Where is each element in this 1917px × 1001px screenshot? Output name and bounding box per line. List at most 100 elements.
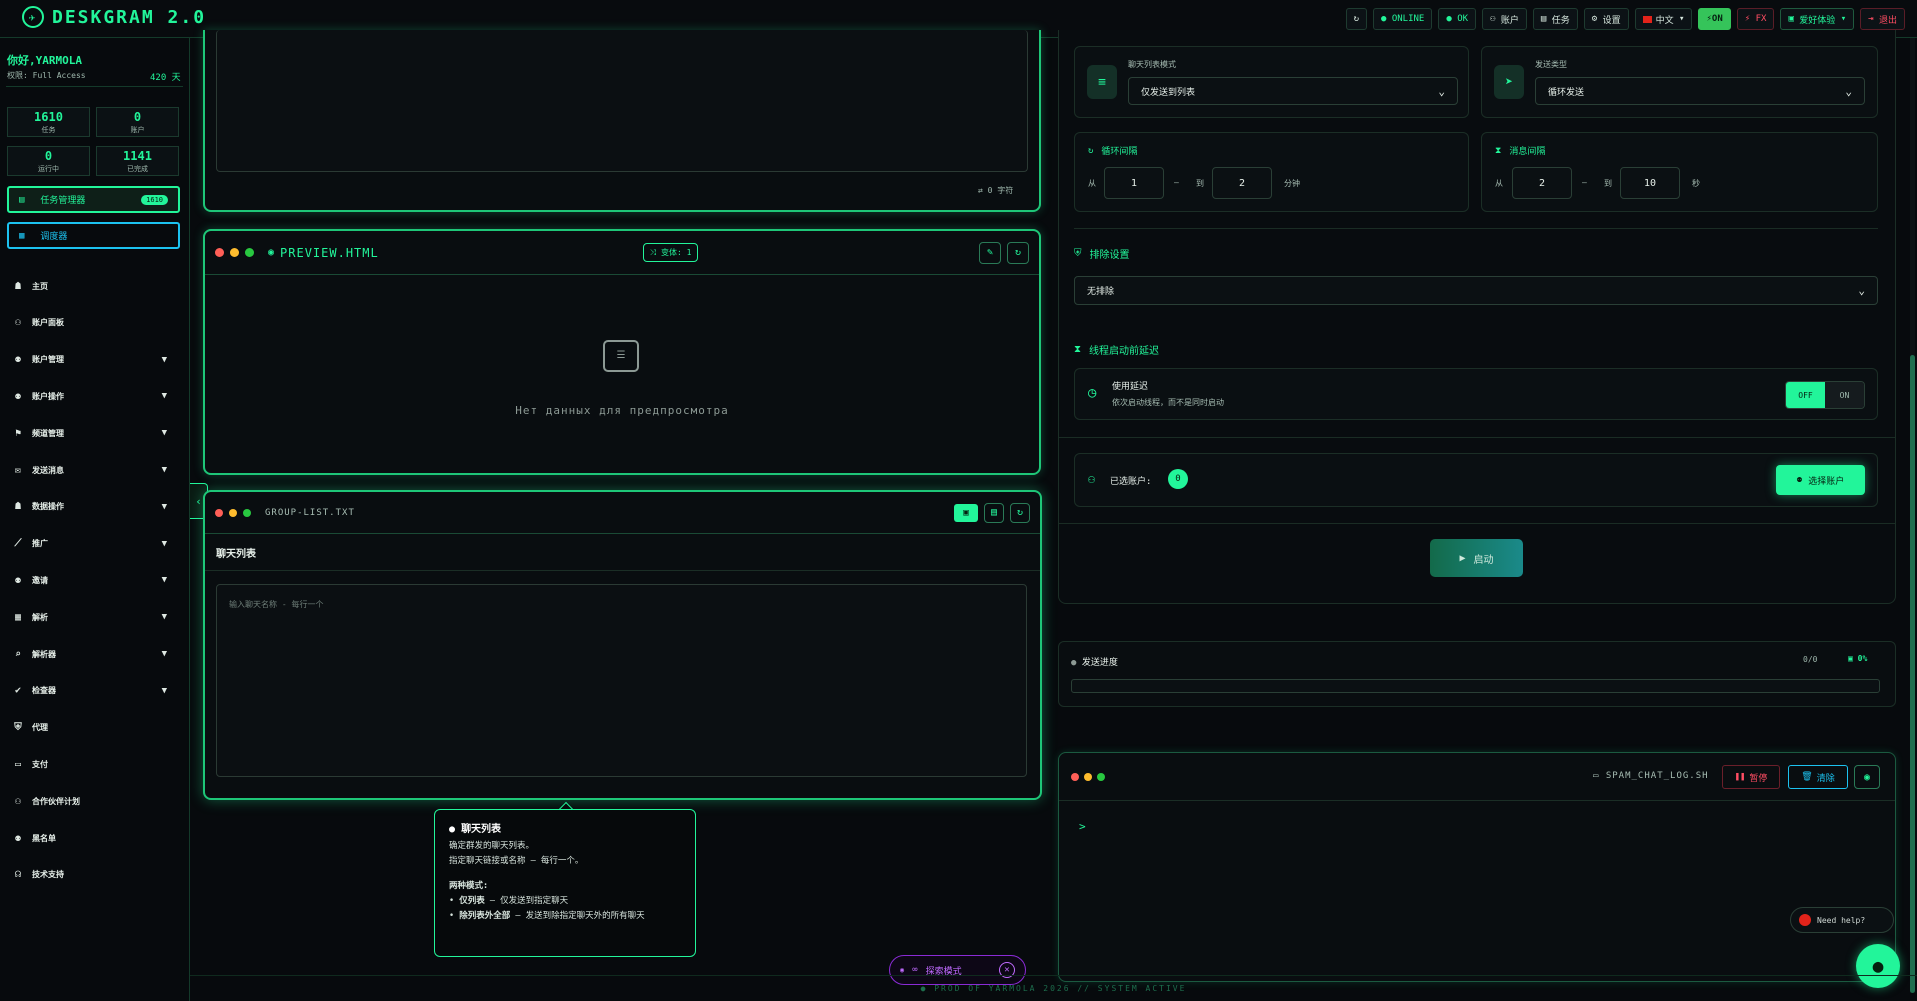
nav-icon: ☊: [14, 869, 22, 881]
pause-button[interactable]: ❚❚ 暂停: [1722, 765, 1780, 789]
log-prompt: >: [1079, 820, 1086, 833]
sidebar-item[interactable]: ⚉ 账户管理 ▼: [12, 351, 167, 369]
progress-panel: [1058, 641, 1896, 707]
chevron-down-icon[interactable]: ▼: [162, 355, 167, 365]
settings-button[interactable]: ⚙ 设置: [1583, 8, 1629, 30]
logout-icon: ⇥: [1868, 14, 1879, 24]
sidebar-item[interactable]: ✔ 检查器 ▼: [12, 682, 167, 700]
clear-button[interactable]: 🗑 清除: [1788, 765, 1848, 789]
sidebar-item[interactable]: ⚉ 黑名单: [12, 829, 167, 847]
group-list-header: GROUP-LIST.TXT ▣ ▤ ↻: [205, 492, 1040, 534]
sidebar-item[interactable]: ⟋ 推广 ▼: [12, 535, 168, 553]
exclude-title: ⛨ 排除设置: [1074, 248, 1130, 261]
refresh-button[interactable]: ↻: [1345, 8, 1367, 30]
sidebar-item[interactable]: ⚇ 合作伙伴计划: [12, 792, 167, 810]
sidebar-item[interactable]: ⚉ 邀请 ▼: [12, 571, 167, 589]
scrollbar-thumb[interactable]: [1910, 355, 1915, 993]
refresh-preview-button[interactable]: ↻: [1007, 241, 1029, 264]
message-textarea[interactable]: [216, 30, 1028, 172]
reload-button[interactable]: ↻: [1010, 502, 1030, 523]
list-mode-select[interactable]: 仅发送到列表 ⌄: [1128, 77, 1458, 105]
power-on-button[interactable]: ⚡ ON: [1698, 8, 1731, 30]
start-button[interactable]: ▶ 启动: [1430, 539, 1523, 577]
chevron-down-icon[interactable]: ▼: [162, 649, 167, 659]
stat-running: 0 运行中: [7, 146, 90, 176]
accounts-button[interactable]: ⚇ 账户: [1482, 8, 1527, 30]
list-mode-label: 聊天列表模式: [1128, 60, 1176, 69]
sidebar-item-label: 账户操作: [32, 391, 64, 401]
sidebar-item[interactable]: ⛨ 代理: [12, 719, 167, 737]
bolt-icon: ⚡: [1744, 14, 1756, 24]
chevron-down-icon[interactable]: ▼: [162, 428, 167, 438]
palette-button[interactable]: ✎: [979, 241, 1001, 264]
msg-to-input[interactable]: 10: [1620, 167, 1680, 199]
toggle-on[interactable]: ON: [1825, 382, 1864, 408]
exclude-select[interactable]: 无排除 ⌄: [1074, 276, 1878, 305]
explore-mode-pill[interactable]: ◉ ∞ 探索模式 ✕: [889, 955, 1026, 985]
chevron-down-icon[interactable]: ▼: [162, 575, 167, 585]
tasks-button[interactable]: ▤ 任务: [1532, 8, 1578, 30]
sidebar-item[interactable]: ☗ 主页: [12, 277, 167, 295]
chat-list-textarea[interactable]: 输入聊天名称 - 每行一个: [216, 584, 1027, 777]
select-accounts-button[interactable]: ⚉ 选择账户: [1776, 465, 1865, 495]
sidebar-item[interactable]: ⌕ 解析器 ▼: [12, 645, 167, 663]
sidebar-item[interactable]: ⚑ 频道管理 ▼: [12, 424, 167, 442]
sidebar-item[interactable]: ☗ 数据操作 ▼: [12, 498, 167, 516]
cycle-to-input[interactable]: 2: [1212, 167, 1272, 199]
sidebar-item[interactable]: ▭ 支付: [12, 755, 167, 773]
sidebar-item-label: 支付: [32, 759, 48, 769]
toggle-visibility-button[interactable]: ◉: [1854, 765, 1880, 789]
selected-accounts-panel: [1074, 453, 1878, 507]
save-button[interactable]: ▣: [954, 503, 978, 522]
chevron-down-icon[interactable]: ▼: [162, 539, 167, 549]
logout-button[interactable]: ⇥ 退出: [1860, 8, 1905, 30]
progress-counter: 0/0: [1803, 655, 1818, 664]
preview-empty-text: Нет данных для предпросмотра: [515, 404, 729, 417]
chat-support-button[interactable]: ●: [1856, 944, 1900, 988]
chevron-down-icon[interactable]: ▼: [162, 686, 167, 696]
sidebar-item[interactable]: ▦ 解析 ▼: [12, 608, 167, 626]
sidebar-item[interactable]: ⚇ 账户面板: [12, 314, 167, 332]
sidebar-item[interactable]: ⚉ 账户操作 ▼: [12, 387, 167, 405]
file-icon: ▤: [990, 507, 998, 518]
sidebar-item[interactable]: ☊ 技术支持: [12, 866, 167, 884]
sidebar-item-label: 推广: [32, 539, 48, 549]
maximize-dot: [243, 508, 251, 517]
sidebar-item[interactable]: ✉ 发送消息 ▼: [12, 461, 167, 479]
app-logo[interactable]: ✈ DESKGRAM 2.0: [22, 6, 206, 28]
language-select[interactable]: 中文 ▾: [1634, 8, 1693, 30]
nav-icon: ☗: [14, 280, 22, 292]
stat-accounts: 0 账户: [96, 107, 179, 137]
task-manager-button[interactable]: ▤ 任务管理器 1610: [7, 186, 180, 213]
close-dot: [215, 508, 223, 517]
toggle-off[interactable]: OFF: [1786, 382, 1825, 408]
preview-title: PREVIEW.HTML: [280, 245, 379, 260]
fx-button[interactable]: ⚡ FX: [1736, 8, 1775, 30]
msg-from-input[interactable]: 2: [1512, 167, 1572, 199]
calendar-icon: ▦: [19, 230, 25, 241]
chevron-down-icon[interactable]: ▼: [162, 612, 167, 622]
nav-icon: ☗: [14, 501, 22, 513]
nav-icon: ⌕: [14, 648, 22, 660]
sidebar-item-label: 账户管理: [32, 355, 64, 365]
close-dot: [1071, 773, 1079, 781]
chat-bubble-icon: ●: [1872, 955, 1884, 977]
nav-icon: ⚉: [14, 832, 22, 844]
maximize-dot: [245, 248, 254, 257]
nav-icon: ⚉: [14, 574, 22, 586]
sidebar-item-label: 技术支持: [32, 870, 64, 880]
chevron-down-icon: ⌄: [1438, 84, 1445, 98]
send-type-select[interactable]: 循环发送 ⌄: [1535, 77, 1865, 105]
chevron-down-icon[interactable]: ▼: [162, 502, 167, 512]
scheduler-button[interactable]: ▦ 调度器: [7, 222, 180, 249]
chevron-down-icon[interactable]: ▼: [162, 391, 167, 401]
chevron-down-icon[interactable]: ▼: [162, 465, 167, 475]
delay-toggle[interactable]: OFF ON: [1785, 381, 1865, 409]
clock-icon: ◷: [1088, 385, 1097, 401]
nav-icon: ⚇: [14, 317, 22, 329]
report-dropdown[interactable]: ▣ 爱好体验 ▾: [1780, 8, 1855, 30]
variant-badge[interactable]: ⤨ 变体: 1: [642, 243, 699, 262]
need-help-bubble[interactable]: Need help?: [1790, 907, 1894, 933]
import-button[interactable]: ▤: [984, 502, 1004, 523]
cycle-from-input[interactable]: 1: [1104, 167, 1164, 199]
